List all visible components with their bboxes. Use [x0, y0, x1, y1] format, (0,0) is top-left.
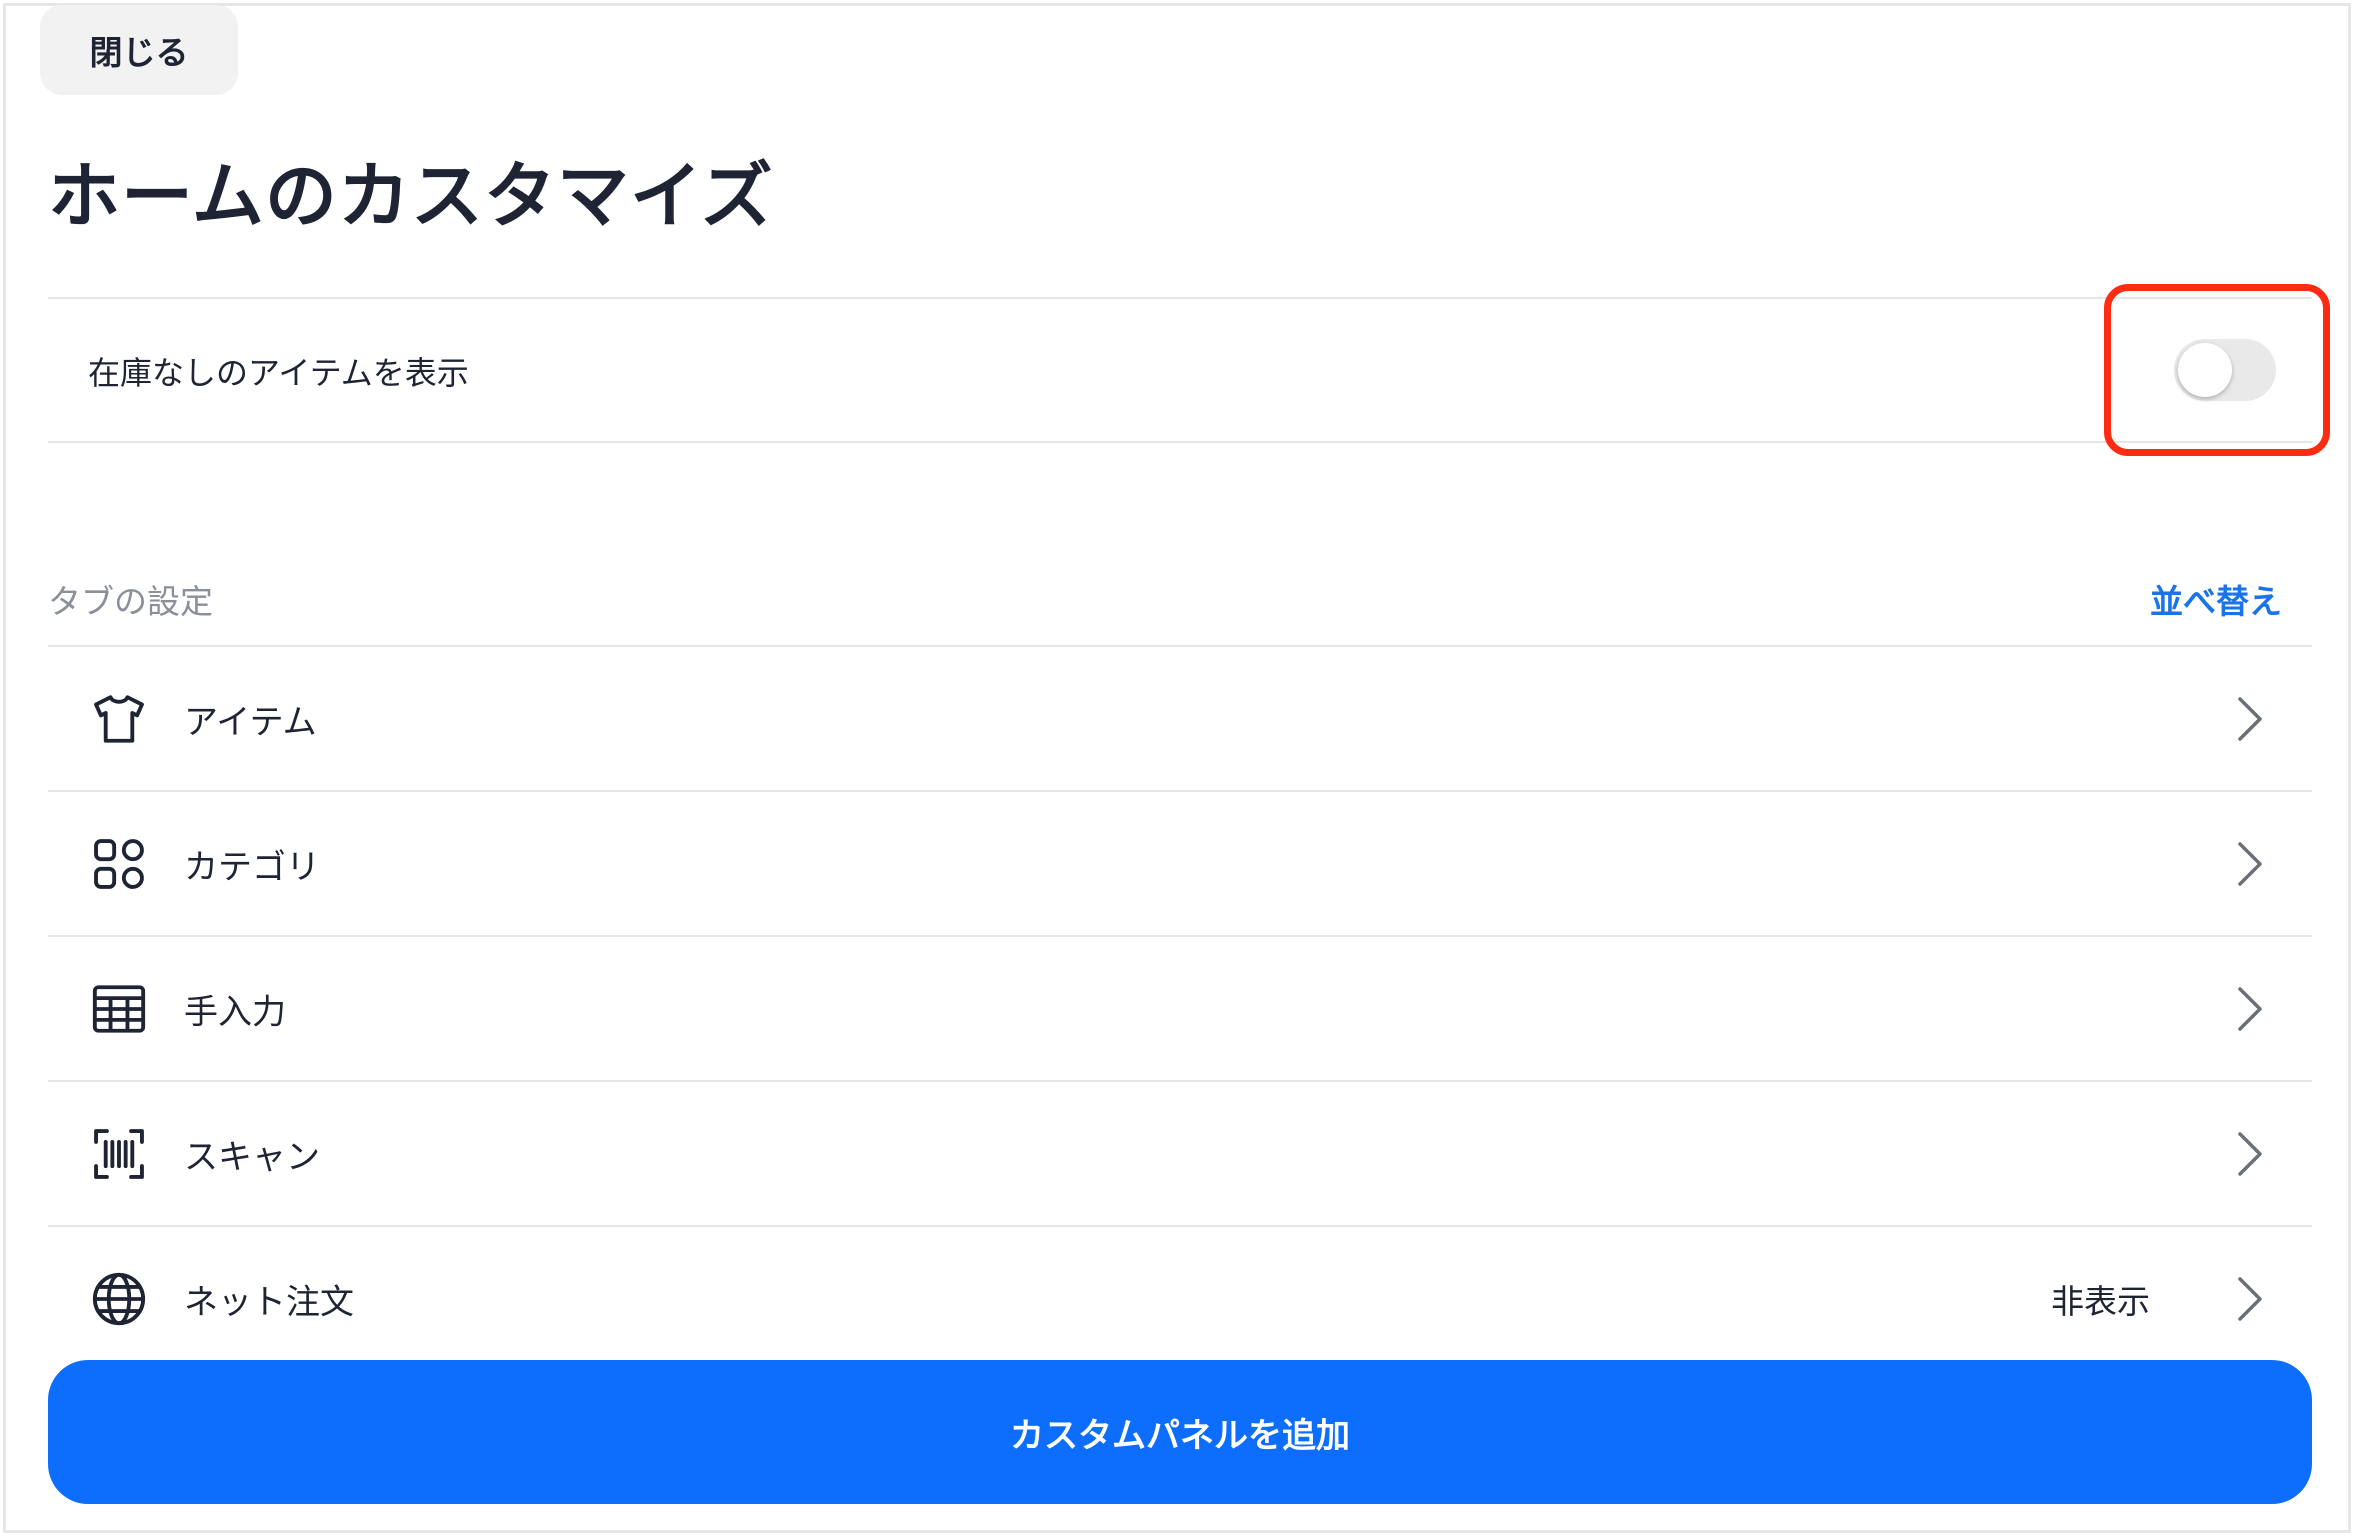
divider	[48, 297, 2312, 299]
tab-item-manual-entry[interactable]: 手入力	[48, 935, 2312, 1080]
tab-status-hidden: 非表示	[2051, 1281, 2150, 1321]
section-title: タブの設定	[48, 582, 213, 621]
tab-label: スキャン	[184, 1137, 320, 1177]
tab-label: 手入力	[184, 992, 286, 1032]
tab-label: ネット注文	[184, 1282, 354, 1322]
category-grid-icon	[94, 838, 144, 889]
barcode-scan-icon	[94, 1128, 144, 1179]
tabs-section-header: タブの設定 並べ替え	[48, 575, 2312, 625]
show-out-of-stock-toggle[interactable]	[2174, 339, 2276, 401]
add-custom-panel-button[interactable]: カスタムパネルを追加	[48, 1360, 2312, 1504]
tab-item-items[interactable]: アイテム	[48, 645, 2312, 790]
keypad-icon	[92, 984, 146, 1033]
show-out-of-stock-row: 在庫なしのアイテムを表示	[48, 300, 2312, 442]
reorder-link[interactable]: 並べ替え	[2150, 575, 2282, 623]
toggle-knob	[2178, 343, 2232, 397]
page-title: ホームのカスタマイズ	[48, 154, 774, 238]
divider	[48, 441, 2312, 443]
globe-icon	[92, 1272, 146, 1325]
tab-item-scan[interactable]: スキャン	[48, 1080, 2312, 1225]
tshirt-icon	[94, 694, 144, 743]
tab-label: カテゴリ	[184, 847, 320, 887]
close-button[interactable]: 閉じる	[40, 5, 238, 95]
tab-list: アイテム カテゴリ 手入力 スキャン ネット注文 非表示	[48, 645, 2312, 1370]
tab-item-categories[interactable]: カテゴリ	[48, 790, 2312, 935]
tab-item-online-orders[interactable]: ネット注文 非表示	[48, 1225, 2312, 1370]
chevron-right-icon	[2238, 841, 2262, 886]
chevron-right-icon	[2238, 986, 2262, 1031]
tab-label: アイテム	[184, 702, 317, 742]
show-out-of-stock-label: 在庫なしのアイテムを表示	[88, 354, 469, 392]
chevron-right-icon	[2238, 1131, 2262, 1176]
chevron-right-icon	[2238, 1276, 2262, 1321]
chevron-right-icon	[2238, 696, 2262, 741]
